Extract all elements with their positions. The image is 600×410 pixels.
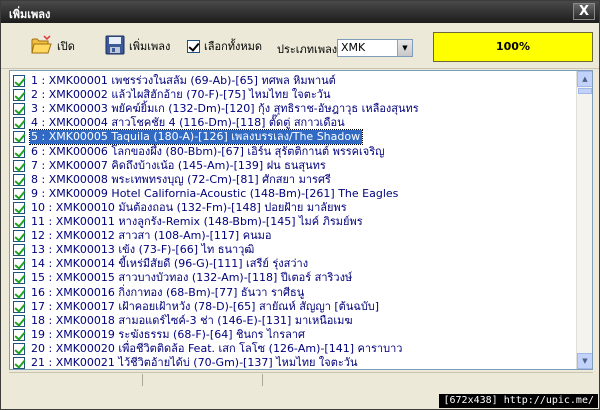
song-list-item[interactable]: 11 : XMK00011 หางลูกรัง-Remix (148-Bbm)-… (10, 215, 576, 229)
song-label: 16 : XMK00016 กิ่งกาทอง (68-Bm)-[77] ธัน… (31, 285, 305, 299)
select-all-label: เลือกทั้งหมด (204, 40, 263, 53)
song-checkbox[interactable] (13, 131, 25, 144)
song-checkbox[interactable] (13, 89, 25, 102)
song-checkbox[interactable] (13, 145, 25, 158)
song-list-item[interactable]: 19 : XMK00019 ระฆังธรรม (68-F)-[64] ชินก… (10, 328, 576, 342)
song-checkbox[interactable] (13, 117, 25, 130)
vertical-scrollbar[interactable]: ▲ ▼ (576, 71, 592, 369)
add-songs-window: เพิ่มเพลง X เปิด เพิ่มเพลง เลือกทั้งหมด … (0, 0, 600, 410)
song-label: 17 : XMK00017 เฝ้าคอยเฝ้าหวัง (78-D)-[65… (31, 299, 380, 313)
status-segment (9, 374, 143, 386)
open-button[interactable]: เปิด (31, 34, 75, 58)
scroll-thumb[interactable] (578, 88, 592, 94)
song-checkbox[interactable] (13, 272, 25, 285)
toolbar: เปิด เพิ่มเพลง เลือกทั้งหมด ประเภทเพลง X… (1, 23, 599, 69)
song-label: 7 : XMK00007 คิดถึงบ้างเน้อ (145-Am)-[13… (31, 158, 326, 172)
song-checkbox[interactable] (13, 357, 25, 369)
song-list-item[interactable]: 13 : XMK00013 เข้ง (73-F)-[66] ไท ธนาวุฒ… (10, 243, 576, 257)
progress-indicator: 100% (433, 32, 593, 62)
song-label: 4 : XMK00004 สาวโชคชัย 4 (116-Dm)-[118] … (31, 116, 345, 130)
song-checkbox[interactable] (13, 75, 25, 87)
scroll-down-icon[interactable]: ▼ (577, 353, 592, 369)
song-type-label: ประเภทเพลง (277, 43, 338, 56)
song-list-item[interactable]: 9 : XMK00009 Hotel California-Acoustic (… (10, 187, 576, 201)
open-folder-icon (31, 34, 53, 58)
song-list-item[interactable]: 18 : XMK00018 สามอแดร์ไซค์-3 ช่า (146-E)… (10, 314, 576, 328)
add-songs-button[interactable]: เพิ่มเพลง (105, 35, 170, 57)
song-label: 9 : XMK00009 Hotel California-Acoustic (… (31, 186, 399, 200)
song-label: 13 : XMK00013 เข้ง (73-F)-[66] ไท ธนาวุฒ… (31, 243, 255, 257)
song-checkbox[interactable] (13, 286, 25, 299)
song-checkbox[interactable] (13, 201, 25, 214)
song-label: 15 : XMK00015 สาวบางบัวทอง (132-Am)-[118… (31, 271, 353, 285)
song-label: 6 : XMK00006 โลกของผึ้ง (80-Bbm)-[67] เอ… (31, 144, 385, 158)
song-list-item[interactable]: 21 : XMK00021 ไว้ชีวิตอ้ายได้บ่ (70-Gm)-… (10, 356, 576, 369)
song-checkbox[interactable] (13, 216, 25, 228)
song-list-item[interactable]: 3 : XMK00003 พยัคฆ์ยิ้มเก (132-Dm)-[120]… (10, 102, 576, 116)
select-all-checkbox[interactable]: เลือกทั้งหมด (187, 35, 262, 57)
song-checkbox[interactable] (13, 173, 25, 186)
song-label: 20 : XMK00020 เพื่อชีวิตติดล้อ Feat. เสก… (31, 341, 403, 355)
status-bar (9, 372, 593, 386)
song-label: 12 : XMK00012 สาวสา (108-Am)-[117] คนมอ (31, 229, 272, 243)
add-songs-label: เพิ่มเพลง (129, 40, 171, 53)
song-list-item[interactable]: 6 : XMK00006 โลกของผึ้ง (80-Bbm)-[67] เอ… (10, 145, 576, 159)
chevron-down-icon[interactable]: ▼ (397, 40, 412, 56)
song-checkbox[interactable] (13, 258, 25, 271)
song-list-item[interactable]: 15 : XMK00015 สาวบางบัวทอง (132-Am)-[118… (10, 271, 576, 285)
song-label: 11 : XMK00011 หางลูกรัง-Remix (148-Bbm)-… (31, 215, 363, 228)
song-label: 18 : XMK00018 สามอแดร์ไซค์-3 ช่า (146-E)… (31, 313, 353, 327)
song-list-item[interactable]: 8 : XMK00008 พระเทพทรงบุญ (72-Cm)-[81] ศ… (10, 173, 576, 187)
song-list-item[interactable]: 17 : XMK00017 เฝ้าคอยเฝ้าหวัง (78-D)-[65… (10, 300, 576, 314)
song-label: 3 : XMK00003 พยัคฆ์ยิ้มเก (132-Dm)-[120]… (31, 102, 419, 116)
song-checkbox[interactable] (13, 187, 25, 200)
song-checkbox[interactable] (13, 328, 25, 341)
song-checkbox[interactable] (13, 244, 25, 257)
title-bar[interactable]: เพิ่มเพลง X (1, 1, 599, 23)
song-checkbox[interactable] (13, 159, 25, 172)
song-checkbox[interactable] (13, 342, 25, 355)
song-label: 1 : XMK00001 เพชรร่วงในสลัม (69-Ab)-[65]… (31, 74, 336, 87)
image-watermark: [672x438] http://upic.me/ (439, 394, 598, 408)
song-label: 8 : XMK00008 พระเทพทรงบุญ (72-Cm)-[81] ศ… (31, 172, 331, 186)
song-type-select[interactable]: XMK ▼ (337, 39, 413, 57)
song-label: 2 : XMK00002 แล้วไผสิฮักอ้าย (70-F)-[75]… (31, 88, 331, 102)
song-checkbox[interactable] (13, 300, 25, 313)
song-list-item[interactable]: 1 : XMK00001 เพชรร่วงในสลัม (69-Ab)-[65]… (10, 74, 576, 88)
open-button-label: เปิด (57, 40, 75, 53)
song-list-item[interactable]: 20 : XMK00020 เพื่อชีวิตติดล้อ Feat. เสก… (10, 342, 576, 356)
song-checkbox[interactable] (13, 230, 25, 243)
scroll-up-icon[interactable]: ▲ (577, 71, 592, 87)
close-button[interactable]: X (573, 3, 595, 20)
song-list[interactable]: 21 : XMK00021 ไว้ชีวิตอ้ายได้บ่ (70-Gm)-… (9, 70, 593, 370)
status-segment (143, 374, 263, 386)
song-list-item[interactable]: 16 : XMK00016 กิ่งกาทอง (68-Bm)-[77] ธัน… (10, 286, 576, 300)
song-label: 5 : XMK00005 Taquila (180-A)-[126] เพลงบ… (28, 129, 364, 146)
song-type-value: XMK (341, 41, 366, 54)
song-list-item[interactable]: 5 : XMK00005 Taquila (180-A)-[126] เพลงบ… (10, 129, 576, 146)
window-title: เพิ่มเพลง (9, 8, 51, 21)
song-checkbox[interactable] (13, 103, 25, 116)
song-label: 10 : XMK00010 มันต้องถอน (132-Fm)-[148] … (31, 200, 347, 214)
song-label: 14 : XMK00014 ขี้เหร่มีสัยดี (96-G)-[111… (31, 257, 309, 271)
song-list-item[interactable]: 10 : XMK00010 มันต้องถอน (132-Fm)-[148] … (10, 201, 576, 215)
song-list-item[interactable]: 14 : XMK00014 ขี้เหร่มีสัยดี (96-G)-[111… (10, 257, 576, 271)
floppy-disk-icon (105, 35, 125, 58)
song-checkbox[interactable] (13, 314, 25, 327)
song-label: 19 : XMK00019 ระฆังธรรม (68-F)-[64] ชินก… (31, 327, 306, 341)
song-list-item[interactable]: 12 : XMK00012 สาวสา (108-Am)-[117] คนมอ (10, 229, 576, 243)
song-label: 21 : XMK00021 ไว้ชีวิตอ้ายได้บ่ (70-Gm)-… (31, 356, 358, 369)
song-list-item[interactable]: 2 : XMK00002 แล้วไผสิฮักอ้าย (70-F)-[75]… (10, 88, 576, 102)
song-list-item[interactable]: 7 : XMK00007 คิดถึงบ้างเน้อ (145-Am)-[13… (10, 159, 576, 173)
select-all-check-box[interactable] (187, 39, 200, 53)
song-list-item[interactable]: 4 : XMK00004 สาวโชคชัย 4 (116-Dm)-[118] … (10, 116, 576, 130)
